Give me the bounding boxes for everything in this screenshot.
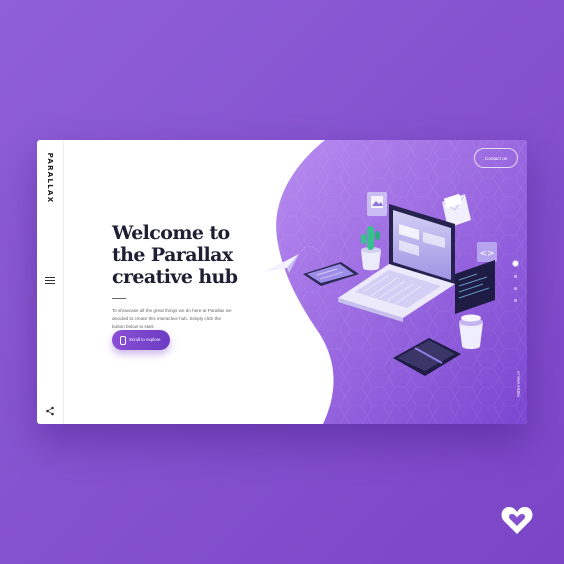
image-icon xyxy=(367,192,387,216)
pagination-dot-1[interactable] xyxy=(512,261,518,266)
code-icon: <> xyxy=(477,242,497,262)
pagination-dot-2[interactable] xyxy=(513,275,517,278)
hero-description: To showcase all the great things we do h… xyxy=(112,308,232,329)
pagination-dot-4[interactable] xyxy=(513,299,517,302)
coffee-cup xyxy=(459,314,483,349)
brand-logo-text: PARALLAX xyxy=(46,152,54,204)
email-text: hi@parallax.co xyxy=(515,370,521,398)
pagination-dot-3[interactable] xyxy=(513,287,517,290)
title-divider xyxy=(112,298,126,299)
heart-icon[interactable] xyxy=(500,505,534,537)
hero-text: Welcome to the Parallax creative hub To … xyxy=(112,222,262,336)
share-icon[interactable] xyxy=(45,406,55,416)
cta-label: Scroll to explore xyxy=(129,336,161,342)
section-pagination xyxy=(512,261,518,302)
side-rail: PARALLAX xyxy=(37,140,64,424)
hero-illustration: <> xyxy=(264,140,527,424)
landing-card: <> PARALLAX Welcome to the Parallax crea… xyxy=(37,140,527,424)
menu-icon[interactable] xyxy=(45,277,55,285)
email-link[interactable]: hi@parallax.co xyxy=(513,362,523,406)
mouse-icon xyxy=(120,336,126,345)
contact-us-button[interactable]: Contact us xyxy=(474,148,518,168)
svg-text:<>: <> xyxy=(479,249,494,259)
brand-logo[interactable]: PARALLAX xyxy=(40,152,60,204)
page-title: Welcome to the Parallax creative hub xyxy=(112,222,238,288)
scroll-to-explore-button[interactable]: Scroll to explore xyxy=(112,330,170,350)
